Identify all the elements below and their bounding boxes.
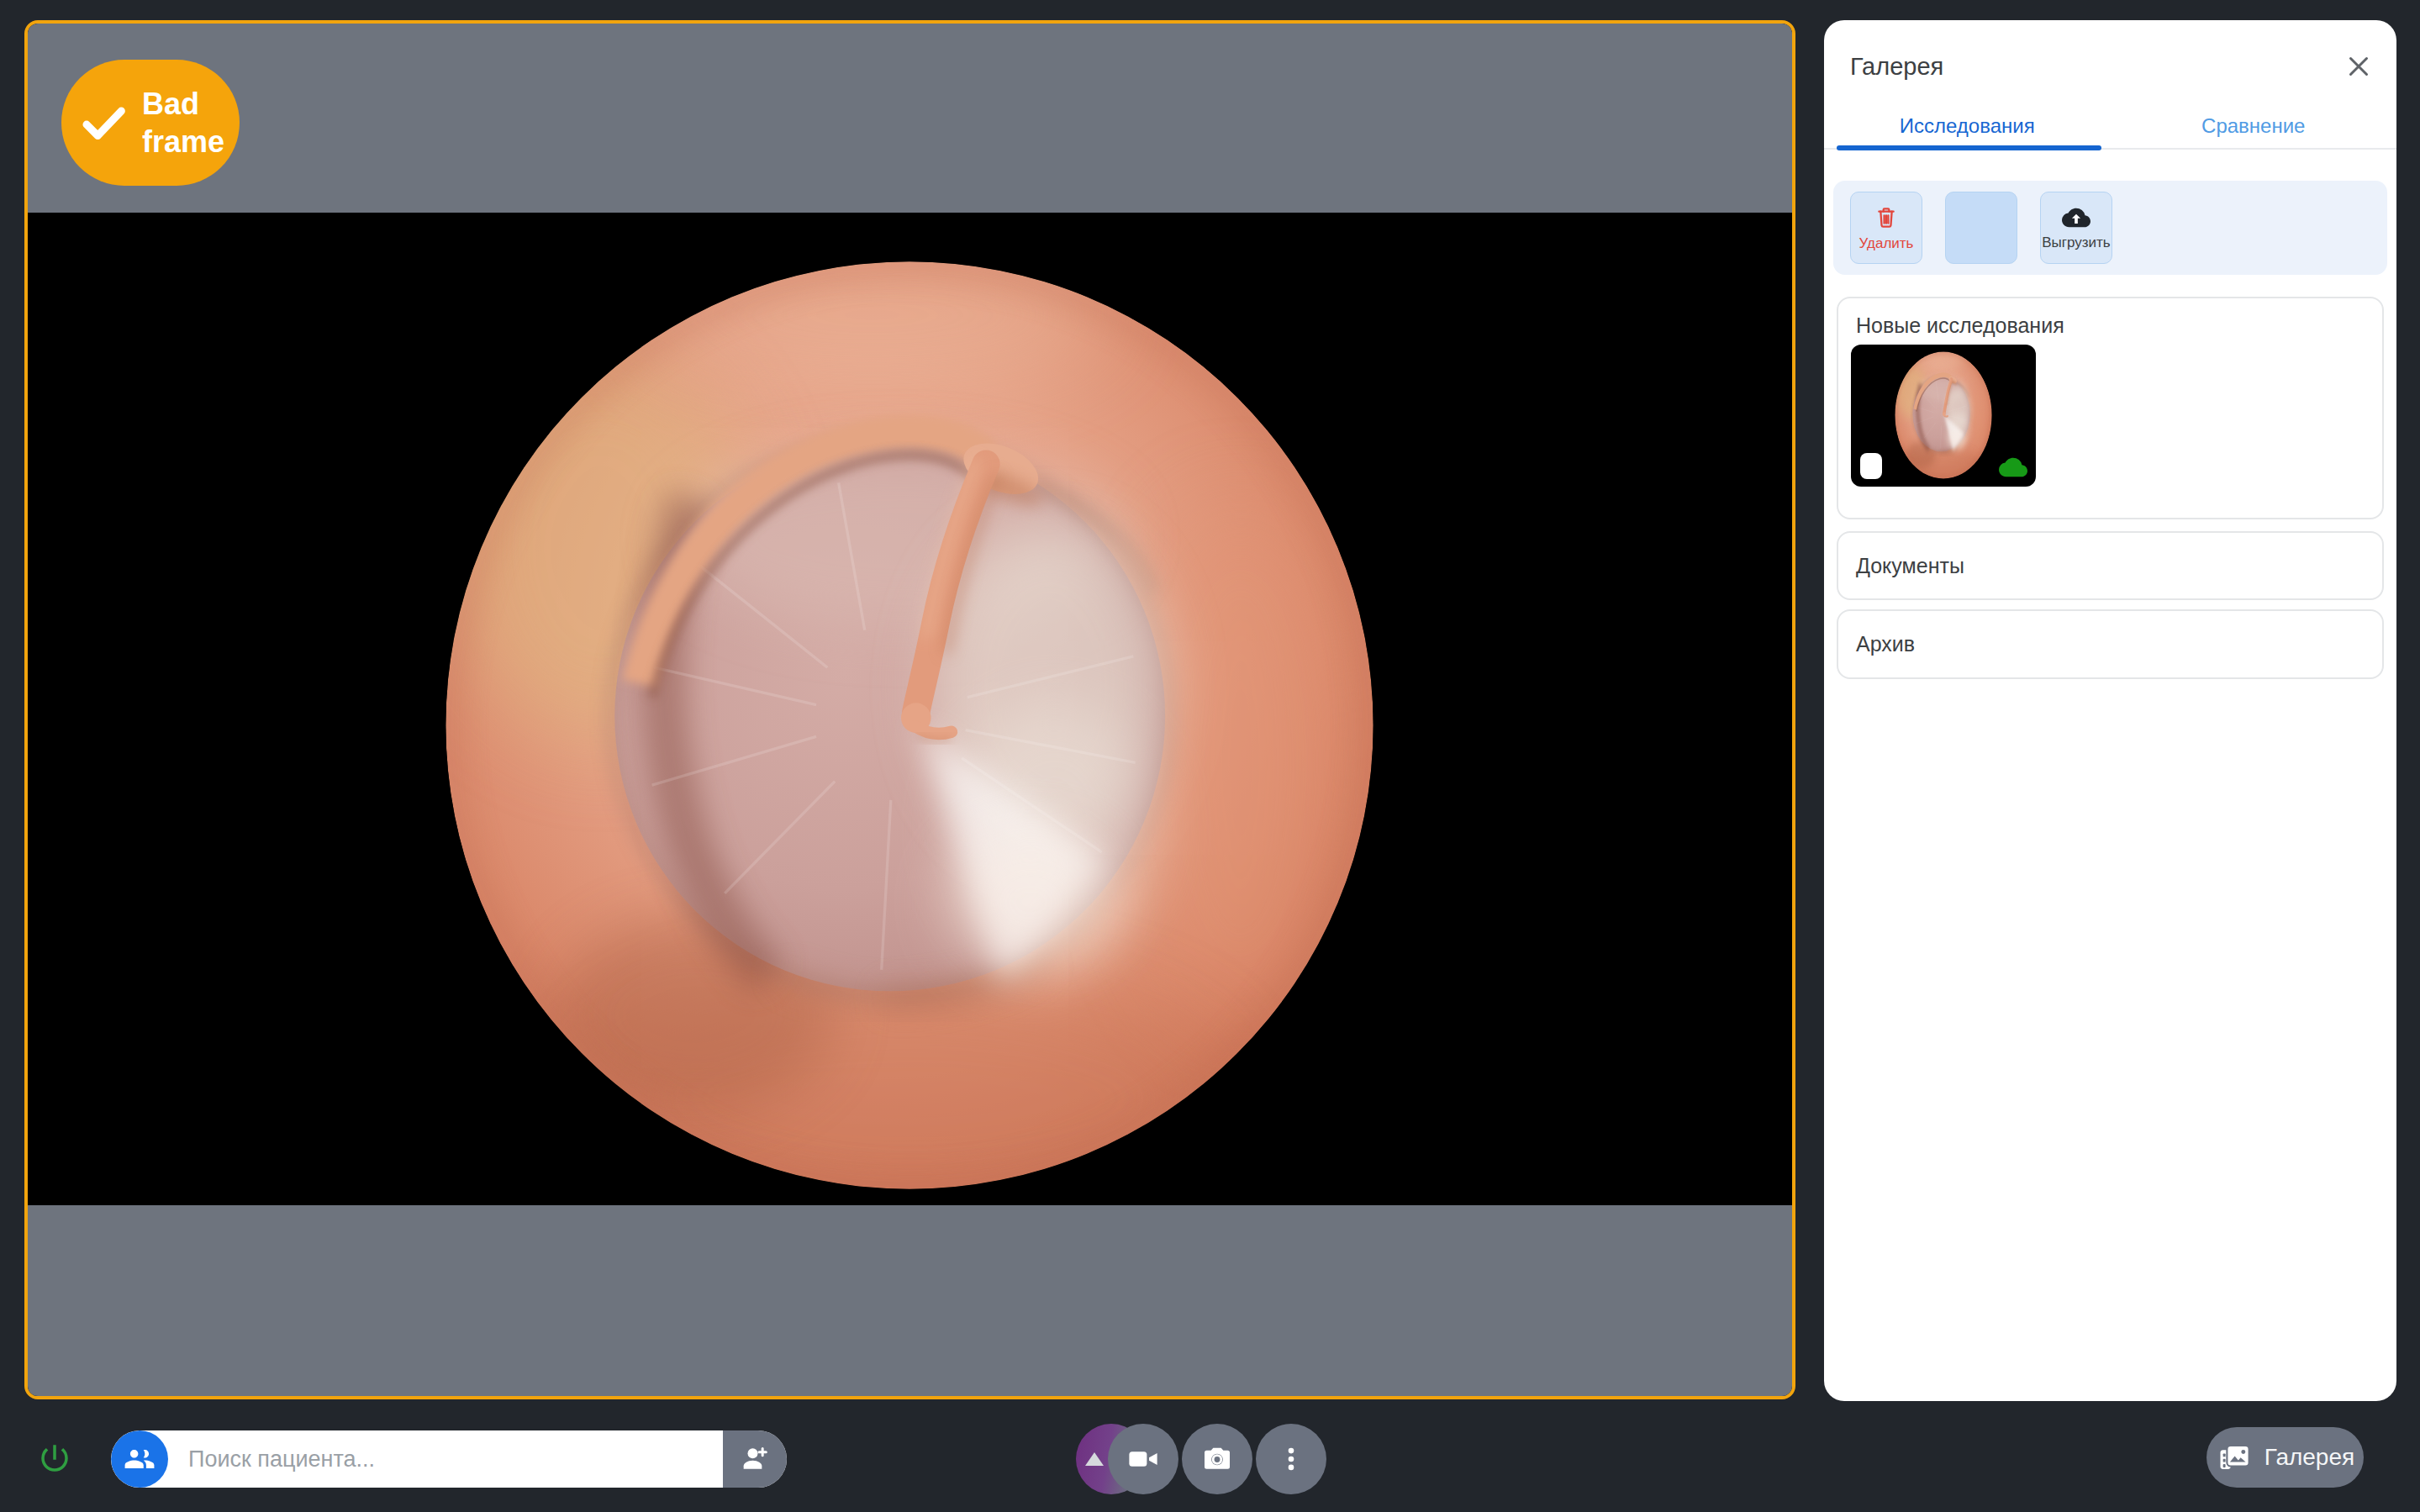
documents-title: Документы [1856,554,1964,578]
take-photo-button[interactable] [1182,1424,1252,1494]
delete-label: Удалить [1859,235,1914,252]
blank-button[interactable] [1945,192,2017,264]
record-video-button[interactable] [1108,1424,1178,1494]
letterbox-bottom [28,1205,1792,1396]
upload-label: Выгрузить [2042,234,2110,251]
new-studies-card: Новые исследования [1837,297,2384,519]
close-icon[interactable] [2343,50,2375,82]
documents-card[interactable]: Документы [1837,531,2384,600]
upload-button[interactable]: Выгрузить [2040,192,2112,264]
chevron-up-icon [1085,1452,1104,1466]
thumbnail-checkbox[interactable] [1860,453,1882,479]
study-thumbnail[interactable] [1851,345,2036,487]
active-tab-indicator [1837,145,2101,150]
gallery-toolbar: Удалить Выгрузить [1833,181,2387,275]
tab-comparison[interactable]: Сравнение [2111,104,2397,148]
patients-icon [111,1430,168,1488]
letterbox-top [28,24,1792,213]
gallery-panel-title: Галерея [1850,53,1943,81]
gallery-panel: Галерея Исследования Сравнение Удалить [1824,20,2396,1401]
bad-frame-badge: Bad frame [61,60,240,186]
gallery-button[interactable]: Галерея [2206,1427,2364,1488]
patient-search [111,1430,787,1488]
tab-studies[interactable]: Исследования [1824,104,2111,148]
person-add-icon [738,1442,772,1476]
kebab-menu-icon [1276,1444,1306,1474]
cloud-upload-icon [2062,205,2090,230]
gallery-tabs: Исследования Сравнение [1824,104,2396,150]
check-icon [76,96,130,150]
gallery-icon [2216,1440,2254,1475]
archive-card[interactable]: Архив [1837,609,2384,679]
delete-button[interactable]: Удалить [1850,192,1922,264]
more-options-button[interactable] [1256,1424,1326,1494]
video-viewport: Bad frame [24,20,1795,1399]
endoscope-video-image [443,259,1376,1192]
camera-icon [1200,1442,1234,1476]
new-studies-title: Новые исследования [1856,313,2064,338]
power-icon[interactable] [37,1441,72,1476]
trash-icon [1873,204,1900,231]
videocam-icon [1126,1441,1161,1477]
cloud-synced-icon [1999,455,2027,480]
gallery-button-label: Галерея [2264,1444,2354,1471]
search-input[interactable] [168,1430,723,1488]
study-thumbnail-image [1895,351,1992,479]
add-patient-button[interactable] [723,1430,787,1488]
archive-title: Архив [1856,632,1915,656]
bad-frame-label: Bad frame [142,85,240,161]
